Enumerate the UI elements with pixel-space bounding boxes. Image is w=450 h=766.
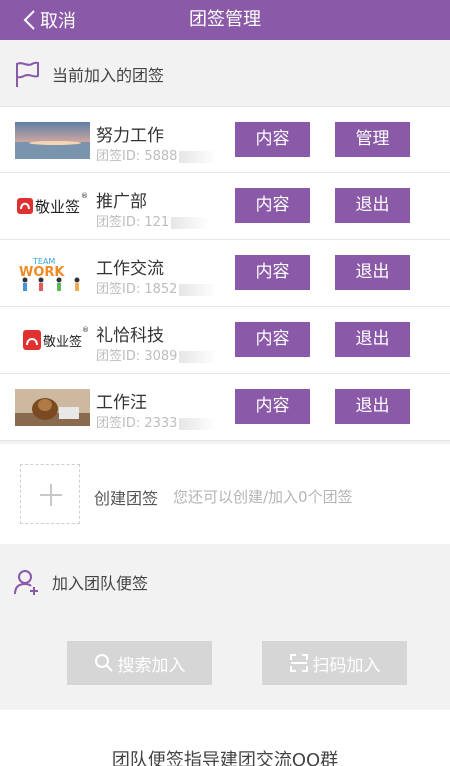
quit-button[interactable]: 退出	[335, 188, 410, 223]
flag-icon	[16, 61, 39, 87]
team-name: 工作汪	[96, 393, 147, 413]
team-list: 努力工作 团签ID: 5888 内容 管理 敬业签 ® 推广部 团签ID: 12…	[0, 106, 450, 441]
add-user-icon	[14, 570, 38, 595]
manage-button[interactable]: 管理	[335, 122, 410, 157]
team-id: 团签ID: 121	[96, 211, 210, 230]
team-row: TEAM WORK 工作交流 团签ID: 1852 内容 退出	[0, 240, 450, 307]
team-name: 工作交流	[96, 259, 164, 279]
svg-text:敬业签: 敬业签	[35, 198, 80, 216]
create-team-hint: 您还可以创建/加入0个团签	[173, 488, 353, 506]
jingyeqian-logo: 敬业签 ®	[15, 188, 90, 225]
current-teams-label: 当前加入的团签	[52, 66, 165, 85]
qq-group-panel: 团队便签指导建团交流QQ群	[0, 710, 450, 766]
search-icon	[94, 654, 113, 672]
team-id: 团签ID: 2333	[96, 412, 218, 431]
quit-button[interactable]: 退出	[335, 322, 410, 357]
qq-group-text[interactable]: 团队便签指导建团交流QQ群	[0, 746, 450, 766]
team-row: 敬业签 ® 推广部 团签ID: 121 内容 退出	[0, 173, 450, 240]
team-row: 工作汪 团签ID: 2333 内容 退出	[0, 374, 450, 441]
dog-photo	[15, 389, 90, 426]
page-title: 团签管理	[189, 9, 261, 30]
content-button[interactable]: 内容	[235, 122, 310, 157]
teamwork-image: TEAM WORK	[15, 255, 90, 292]
team-id: 团签ID: 1852	[96, 278, 218, 297]
join-team-label: 加入团队便签	[52, 574, 149, 593]
quit-button[interactable]: 退出	[335, 255, 410, 290]
top-bar: 取消 团签管理	[0, 0, 450, 40]
quit-button[interactable]: 退出	[335, 389, 410, 424]
search-join-button[interactable]: 搜索加入	[67, 641, 212, 685]
svg-text:®: ®	[81, 192, 88, 200]
content-button[interactable]: 内容	[235, 389, 310, 424]
team-id: 团签ID: 5888	[96, 145, 218, 164]
sunset-photo	[15, 122, 90, 159]
content-button[interactable]: 内容	[235, 322, 310, 357]
jingyeqian-logo: 敬业签 ®	[15, 322, 90, 359]
scan-join-label: 扫码加入	[312, 655, 381, 676]
svg-text:®: ®	[82, 326, 89, 334]
team-name: 努力工作	[96, 126, 164, 146]
content-button[interactable]: 内容	[235, 255, 310, 290]
team-name: 推广部	[96, 192, 147, 212]
search-join-label: 搜索加入	[117, 655, 186, 676]
svg-text:敬业签: 敬业签	[43, 334, 82, 350]
content-button[interactable]: 内容	[235, 188, 310, 223]
scan-icon	[289, 654, 308, 672]
create-team-row: 创建团签 您还可以创建/加入0个团签	[0, 444, 450, 544]
team-id: 团签ID: 3089	[96, 345, 218, 364]
create-team-label: 创建团签	[94, 489, 159, 508]
team-row: 努力工作 团签ID: 5888 内容 管理	[0, 106, 450, 173]
team-name: 礼恰科技	[96, 326, 164, 346]
plus-icon	[40, 484, 62, 506]
create-team-button[interactable]	[20, 464, 80, 524]
join-team-header: 加入团队便签	[0, 552, 450, 612]
team-row: 敬业签 ® 礼恰科技 团签ID: 3089 内容 退出	[0, 307, 450, 374]
scan-join-button[interactable]: 扫码加入	[262, 641, 407, 685]
current-teams-header: 当前加入的团签	[0, 44, 450, 104]
